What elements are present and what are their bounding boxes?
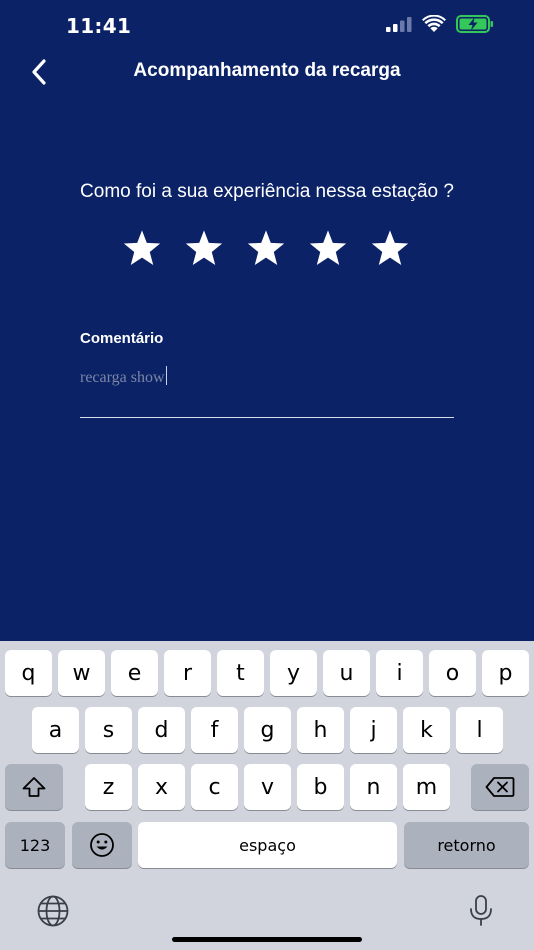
key-j[interactable]: j bbox=[350, 707, 397, 753]
key-n[interactable]: n bbox=[350, 764, 397, 810]
key-e[interactable]: e bbox=[111, 650, 158, 696]
key-k[interactable]: k bbox=[403, 707, 450, 753]
backspace-key[interactable] bbox=[471, 764, 529, 810]
microphone-key[interactable] bbox=[461, 891, 501, 931]
comment-input[interactable]: recarga show bbox=[80, 360, 454, 418]
key-c[interactable]: c bbox=[191, 764, 238, 810]
text-caret bbox=[165, 366, 168, 385]
status-bar: 11:41 bbox=[0, 0, 534, 50]
star-2[interactable] bbox=[184, 229, 224, 267]
key-m[interactable]: m bbox=[403, 764, 450, 810]
key-h[interactable]: h bbox=[297, 707, 344, 753]
keyboard: q w e r t y u i o p a s d f g h j k l z … bbox=[0, 641, 534, 950]
comment-text: recarga show bbox=[80, 366, 168, 387]
key-p[interactable]: p bbox=[482, 650, 529, 696]
page-title: Acompanhamento da recarga bbox=[133, 60, 401, 81]
backspace-icon bbox=[485, 777, 515, 797]
emoji-key[interactable] bbox=[72, 822, 132, 868]
star-3[interactable] bbox=[246, 229, 286, 267]
globe-icon bbox=[37, 895, 69, 927]
star-1[interactable] bbox=[122, 229, 162, 267]
key-o[interactable]: o bbox=[429, 650, 476, 696]
shift-key[interactable] bbox=[5, 764, 63, 810]
key-v[interactable]: v bbox=[244, 764, 291, 810]
key-g[interactable]: g bbox=[244, 707, 291, 753]
key-x[interactable]: x bbox=[138, 764, 185, 810]
key-l[interactable]: l bbox=[456, 707, 503, 753]
key-f[interactable]: f bbox=[191, 707, 238, 753]
key-b[interactable]: b bbox=[297, 764, 344, 810]
key-d[interactable]: d bbox=[138, 707, 185, 753]
key-w[interactable]: w bbox=[58, 650, 105, 696]
battery-charging-icon bbox=[456, 15, 493, 33]
key-q[interactable]: q bbox=[5, 650, 52, 696]
numbers-key[interactable]: 123 bbox=[5, 822, 65, 868]
key-t[interactable]: t bbox=[217, 650, 264, 696]
key-s[interactable]: s bbox=[85, 707, 132, 753]
star-rating bbox=[122, 229, 410, 267]
home-indicator bbox=[172, 937, 362, 942]
key-i[interactable]: i bbox=[376, 650, 423, 696]
star-5[interactable] bbox=[370, 229, 410, 267]
wifi-icon bbox=[422, 15, 446, 32]
microphone-icon bbox=[470, 895, 492, 926]
globe-key[interactable] bbox=[33, 891, 73, 931]
status-time: 11:41 bbox=[66, 14, 132, 38]
emoji-icon bbox=[90, 833, 114, 857]
header: Acompanhamento da recarga bbox=[0, 50, 534, 94]
comment-label: Comentário bbox=[80, 330, 164, 347]
rating-question: Como foi a sua experiência nessa estação… bbox=[80, 181, 454, 202]
signal-icon bbox=[386, 17, 412, 32]
return-key[interactable]: retorno bbox=[404, 822, 529, 868]
key-a[interactable]: a bbox=[32, 707, 79, 753]
status-icons bbox=[386, 15, 494, 33]
key-u[interactable]: u bbox=[323, 650, 370, 696]
star-4[interactable] bbox=[308, 229, 348, 267]
key-z[interactable]: z bbox=[85, 764, 132, 810]
key-r[interactable]: r bbox=[164, 650, 211, 696]
key-y[interactable]: y bbox=[270, 650, 317, 696]
space-key[interactable]: espaço bbox=[138, 822, 397, 868]
comment-value: recarga show bbox=[80, 369, 165, 386]
shift-icon bbox=[22, 777, 46, 797]
